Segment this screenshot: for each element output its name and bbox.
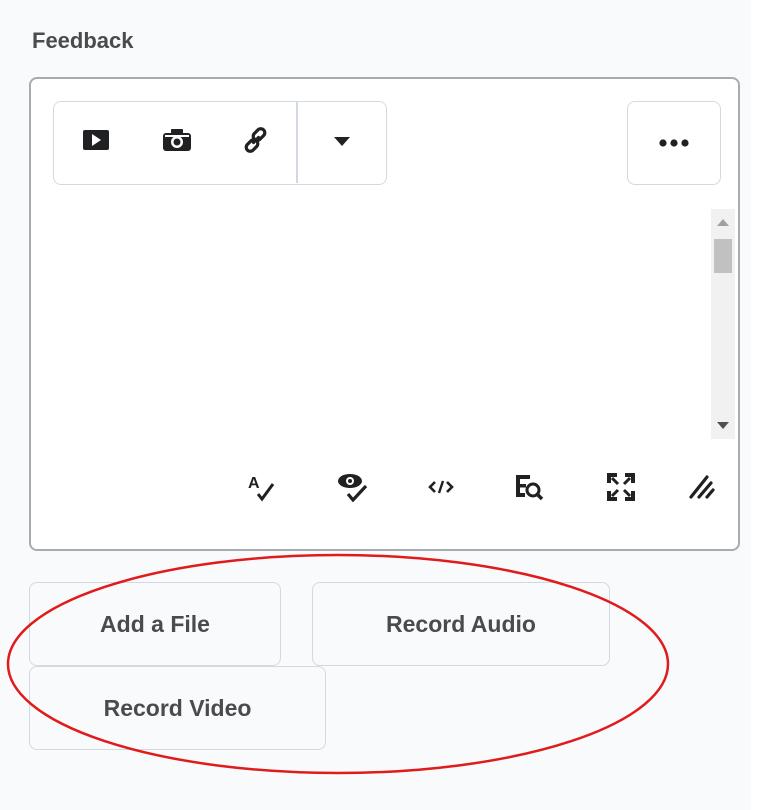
- source-code-icon: [428, 479, 454, 500]
- preview-icon: [514, 472, 544, 507]
- add-file-button[interactable]: Add a File: [29, 582, 281, 666]
- insert-link-button[interactable]: [216, 102, 296, 183]
- feedback-label: Feedback: [32, 28, 134, 53]
- link-icon: [242, 126, 270, 159]
- svg-text:A: A: [248, 475, 260, 492]
- html-editor[interactable]: A: [29, 77, 740, 551]
- ellipsis-icon: [659, 134, 689, 152]
- record-audio-button[interactable]: Record Audio: [312, 582, 610, 666]
- editor-toolbar: [53, 101, 387, 185]
- fullscreen-icon: [607, 472, 635, 506]
- source-code-button[interactable]: [421, 469, 461, 509]
- scroll-up-arrow[interactable]: [711, 209, 735, 235]
- record-video-button[interactable]: Record Video: [29, 666, 326, 750]
- fullscreen-button[interactable]: [601, 469, 641, 509]
- scroll-down-arrow[interactable]: [711, 413, 735, 439]
- camera-icon: [163, 129, 191, 156]
- feedback-panel: Feedback A Add a File Record Audio Recor…: [0, 0, 751, 810]
- scroll-thumb[interactable]: [714, 239, 732, 273]
- editor-scrollbar[interactable]: [711, 209, 735, 439]
- insert-stuff-button[interactable]: [54, 102, 138, 183]
- spellcheck-button[interactable]: A: [241, 469, 281, 509]
- editor-status-tools: A: [241, 469, 721, 509]
- resize-handle-icon: [687, 473, 715, 506]
- preview-button[interactable]: [509, 469, 549, 509]
- more-actions-button[interactable]: [627, 101, 721, 185]
- accessibility-check-icon: [336, 472, 368, 507]
- insert-image-button[interactable]: [138, 102, 216, 183]
- play-icon: [83, 130, 109, 155]
- spellcheck-icon: A: [246, 472, 276, 507]
- chevron-down-icon: [334, 134, 350, 152]
- resize-handle[interactable]: [681, 469, 721, 509]
- more-options-dropdown[interactable]: [298, 102, 386, 183]
- accessibility-check-button[interactable]: [332, 469, 372, 509]
